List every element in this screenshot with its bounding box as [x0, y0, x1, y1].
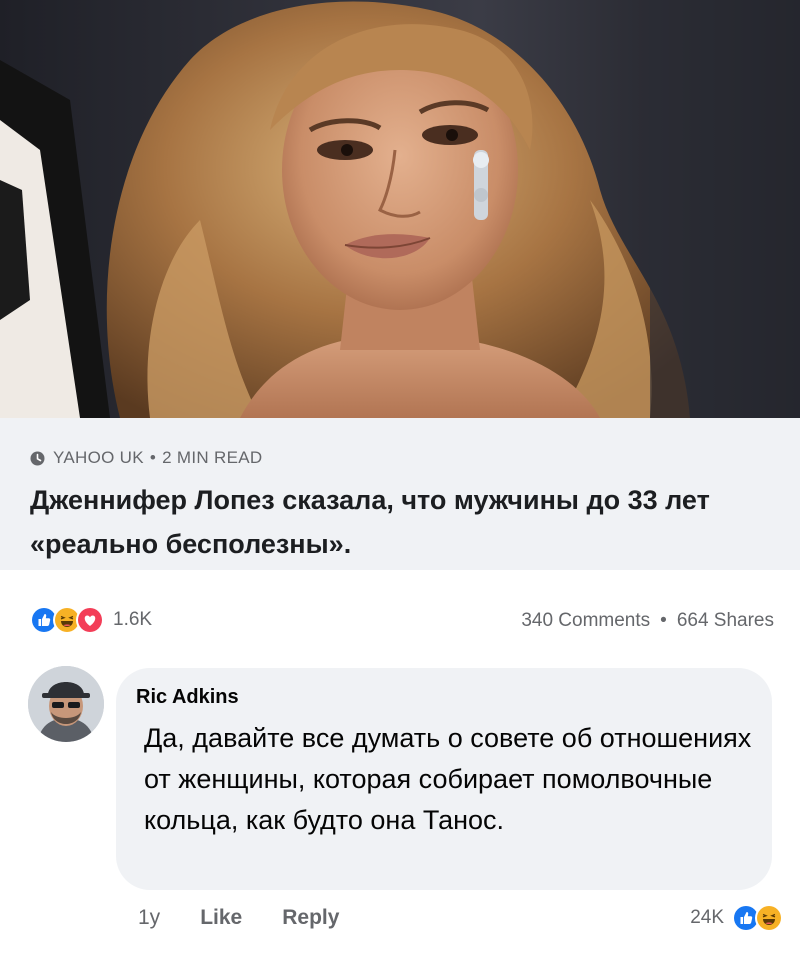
comment-reactions[interactable]: 24K	[690, 904, 783, 932]
source-separator: •	[149, 448, 157, 467]
comment-reaction-count: 24K	[690, 907, 724, 928]
portrait-illustration	[0, 0, 800, 418]
comment-author[interactable]: Ric Adkins	[136, 686, 239, 709]
source-line: YAHOO UK • 2 MIN READ	[30, 448, 262, 468]
post-stats: 1.6K 340 Comments • 664 Shares	[0, 570, 800, 660]
avatar-image	[28, 666, 104, 742]
like-button[interactable]: Like	[200, 906, 242, 930]
comments-shares: 340 Comments • 664 Shares	[521, 610, 774, 632]
read-time: 2 MIN READ	[162, 448, 263, 467]
shares-count-link[interactable]: 664 Shares	[677, 610, 774, 632]
reaction-count: 1.6K	[113, 609, 153, 630]
clock-icon	[30, 451, 45, 466]
comments-count-link[interactable]: 340 Comments	[521, 610, 650, 632]
reactions-summary[interactable]: 1.6K	[30, 606, 152, 634]
facebook-post: YAHOO UK • 2 MIN READ Дженнифер Лопез ск…	[0, 0, 800, 970]
stats-separator: •	[660, 610, 667, 631]
comment-timestamp[interactable]: 1y	[138, 906, 160, 930]
comment-actions: 1y Like Reply	[138, 906, 379, 930]
avatar[interactable]	[28, 666, 104, 742]
love-reaction-icon	[76, 606, 104, 634]
headline[interactable]: Дженнифер Лопез сказала, что мужчины до …	[30, 478, 770, 566]
comment-text: Да, давайте все думать о совете об отнош…	[144, 723, 752, 835]
source-name: YAHOO UK	[53, 448, 144, 467]
link-preview[interactable]: YAHOO UK • 2 MIN READ Дженнифер Лопез ск…	[0, 418, 800, 570]
haha-reaction-icon	[755, 904, 783, 932]
reply-button[interactable]: Reply	[282, 906, 339, 930]
comment: Ric Adkins Да, давайте все думать о сове…	[0, 660, 800, 970]
comment-bubble: Ric Adkins Да, давайте все думать о сове…	[116, 668, 772, 890]
post-image[interactable]	[0, 0, 800, 418]
